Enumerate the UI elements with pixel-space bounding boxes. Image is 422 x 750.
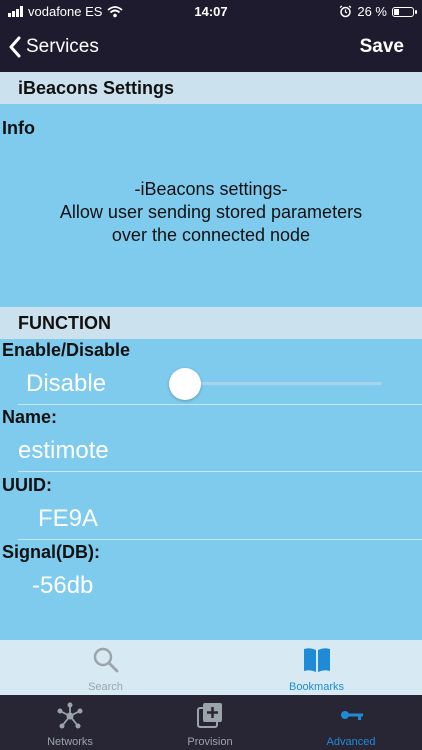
info-description: -iBeacons settings- Allow user sending s… [0,178,422,247]
network-icon [57,702,83,729]
tab-provision[interactable]: Provision [140,695,280,750]
battery-icon [392,6,417,17]
tab-search[interactable]: Search [0,640,211,695]
bookmarks-icon [303,648,330,672]
back-label: Services [26,36,99,57]
signal-field[interactable]: -56db [32,572,93,600]
uuid-field[interactable]: FE9A [38,505,98,533]
alarm-icon [339,5,352,18]
status-bar: vodafone ES 14:07 26 % [0,0,422,24]
tab-networks[interactable]: Networks [0,695,140,750]
info-line: -iBeacons settings- [134,179,288,199]
section-tab-bar: Search Bookmarks [0,640,422,695]
tab-bookmarks-label: Bookmarks [288,681,345,693]
info-line: Allow user sending stored parameters [59,202,363,222]
name-field[interactable]: estimote [18,437,109,465]
tab-networks-label: Networks [47,736,93,748]
ibeacons-settings-header: iBeacons Settings [0,72,422,104]
add-box-icon [197,703,222,728]
enable-switch-knob[interactable] [169,368,201,400]
battery-percent: 26 % [357,4,387,19]
tab-advanced-label: Advanced [326,736,376,748]
divider [18,471,422,472]
enable-disable-label: Enable/Disable [2,340,131,360]
tab-provision-label: Provision [187,736,233,748]
info-line: over the connected node [111,225,311,245]
main-tab-bar: Networks Provision Advanced [0,695,422,750]
enable-switch-track[interactable] [186,382,382,385]
back-button[interactable]: Services [8,36,99,58]
key-icon [341,711,363,720]
name-label: Name: [2,407,58,427]
divider [18,539,422,540]
tab-advanced[interactable]: Advanced [280,695,422,750]
chevron-left-icon [9,36,21,58]
uuid-label: UUID: [2,475,52,495]
divider [18,404,422,405]
navigation-bar: Services Save [0,24,422,72]
signal-label: Signal(DB): [2,542,100,562]
status-right: 26 % [339,4,417,19]
enable-state-value: Disable [26,370,107,397]
info-label: Info [2,118,35,138]
function-header: FUNCTION [0,307,422,339]
tab-bookmarks[interactable]: Bookmarks [211,640,422,695]
save-button[interactable]: Save [360,36,404,58]
search-icon [93,647,118,673]
tab-search-label: Search [88,681,123,693]
